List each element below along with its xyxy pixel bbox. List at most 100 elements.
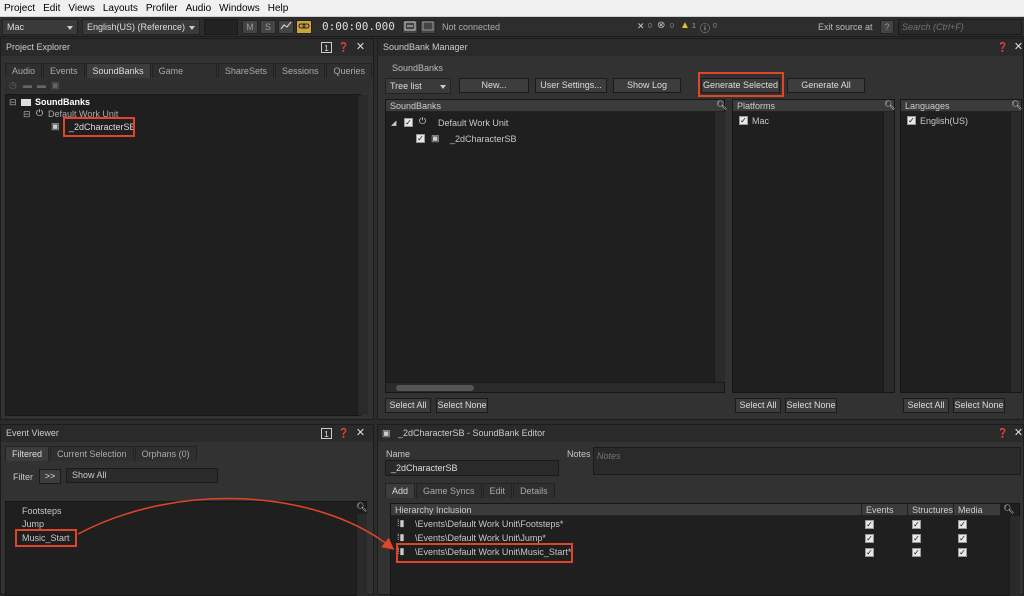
tab-orphans[interactable]: Orphans (0) [134, 446, 197, 461]
close-icon[interactable]: ✕ [637, 21, 645, 32]
help-button[interactable]: ? [880, 20, 894, 34]
checkbox[interactable]: ✓ [958, 534, 967, 543]
solo-button[interactable]: S [260, 20, 276, 34]
scrollbar-v[interactable] [714, 112, 725, 382]
scroll-thumb[interactable] [396, 385, 474, 391]
checkbox[interactable]: ✓ [912, 520, 921, 529]
workunit-icon[interactable]: ▬ [37, 80, 46, 90]
disconnect-icon[interactable] [420, 20, 436, 34]
search-input[interactable] [898, 19, 1022, 35]
search-icon[interactable]: 🔍︎ [356, 502, 367, 513]
user-settings-button[interactable]: User Settings... [535, 78, 607, 93]
link-icon[interactable] [296, 20, 312, 34]
generate-selected-button[interactable]: Generate Selected [701, 78, 780, 93]
checkbox[interactable]: ✓ [416, 134, 425, 143]
search-icon[interactable]: 🔍︎ [716, 100, 727, 111]
menu-audio[interactable]: Audio [186, 3, 212, 14]
menu-help[interactable]: Help [268, 3, 289, 14]
menu-profiler[interactable]: Profiler [146, 3, 178, 14]
history-icon[interactable]: ◷ [9, 80, 17, 91]
tab-sharesets[interactable]: ShareSets [217, 63, 274, 78]
layout-icon[interactable]: 1 [321, 428, 332, 439]
soundbank-icon[interactable]: ▣ [51, 80, 60, 91]
platform-dropdown[interactable]: Mac [2, 19, 78, 35]
checkbox[interactable]: ✓ [912, 534, 921, 543]
tree-soundbank[interactable]: _2dCharacterSB [69, 122, 136, 132]
mute-button[interactable]: M [242, 20, 258, 34]
table-row[interactable]: \Events\Default Work Unit\Music_Start* [415, 547, 571, 557]
remote-connect-icon[interactable] [402, 20, 418, 34]
select-all-button[interactable]: Select All [903, 398, 949, 413]
checkbox[interactable]: ✓ [912, 548, 921, 557]
event-jump[interactable]: Jump [22, 519, 44, 529]
scrollbar-v[interactable] [883, 112, 894, 392]
tab-current-selection[interactable]: Current Selection [50, 446, 134, 461]
platform-item[interactable]: Mac [752, 116, 769, 126]
select-all-button[interactable]: Select All [735, 398, 781, 413]
select-none-button[interactable]: Select None [785, 398, 837, 413]
close-icon[interactable]: ✕ [355, 428, 366, 439]
tab-queries[interactable]: Queries [326, 63, 372, 78]
collapse-icon[interactable]: ⊟ [9, 97, 17, 108]
checkbox[interactable]: ✓ [404, 118, 413, 127]
scrollbar-h[interactable] [386, 382, 724, 392]
table-row[interactable]: \Events\Default Work Unit\Jump* [415, 533, 546, 543]
close-icon[interactable]: ✕ [1013, 42, 1024, 53]
tab-audio[interactable]: Audio [5, 63, 43, 78]
collapse-icon[interactable]: ⊟ [23, 109, 31, 120]
close-icon[interactable]: ✕ [1013, 428, 1024, 439]
help-icon[interactable]: ❓ [338, 42, 349, 53]
menu-edit[interactable]: Edit [43, 3, 60, 14]
menu-windows[interactable]: Windows [219, 3, 260, 14]
graph-icon[interactable] [278, 20, 294, 34]
scrollbar-v[interactable] [1009, 516, 1020, 596]
bank-workunit[interactable]: Default Work Unit [438, 118, 508, 128]
table-row[interactable]: \Events\Default Work Unit\Footsteps* [415, 519, 563, 529]
filter-expand-button[interactable]: >> [39, 469, 61, 484]
filter-field[interactable]: Show All [66, 468, 218, 483]
scrollbar-v[interactable] [356, 514, 367, 596]
tree-workunit[interactable]: Default Work Unit [48, 109, 118, 119]
menu-project[interactable]: Project [4, 3, 35, 14]
scrollbar[interactable] [357, 95, 368, 415]
scrollbar-v[interactable] [1010, 112, 1021, 392]
search-icon[interactable]: 🔍︎ [1011, 100, 1022, 111]
tab-details[interactable]: Details [513, 483, 555, 498]
checkbox[interactable]: ✓ [865, 520, 874, 529]
event-music-start[interactable]: Music_Start [22, 533, 70, 543]
notes-field[interactable] [593, 447, 1021, 475]
help-icon[interactable]: ❓ [997, 428, 1008, 439]
checkbox[interactable]: ✓ [865, 548, 874, 557]
language-dropdown[interactable]: English(US) (Reference) [82, 19, 200, 35]
event-footsteps[interactable]: Footsteps [22, 506, 62, 516]
error-icon[interactable]: ⊗ [657, 20, 665, 31]
tab-game-syncs[interactable]: Game Syncs [416, 483, 482, 498]
menu-layouts[interactable]: Layouts [103, 3, 138, 14]
menu-views[interactable]: Views [68, 3, 95, 14]
folder-icon[interactable]: ▬ [23, 80, 32, 90]
checkbox[interactable]: ✓ [739, 116, 748, 125]
search-icon[interactable]: 🔍︎ [884, 100, 895, 111]
language-item[interactable]: English(US) [920, 116, 968, 126]
expand-icon[interactable]: ◢ [391, 119, 396, 127]
name-field[interactable]: _2dCharacterSB [385, 460, 559, 476]
tab-soundbanks[interactable]: SoundBanks [85, 63, 151, 78]
tab-events[interactable]: Events [43, 63, 85, 78]
search-icon[interactable]: 🔍︎ [1003, 504, 1014, 515]
generate-all-button[interactable]: Generate All [787, 78, 865, 93]
tree-root[interactable]: SoundBanks [35, 97, 90, 107]
tab-filtered[interactable]: Filtered [5, 446, 50, 461]
select-none-button[interactable]: Select None [436, 398, 488, 413]
tab-sessions[interactable]: Sessions [274, 63, 326, 78]
layout-icon[interactable]: 1 [321, 42, 332, 53]
help-icon[interactable]: ❓ [338, 428, 349, 439]
help-icon[interactable]: ❓ [997, 42, 1008, 53]
checkbox[interactable]: ✓ [865, 534, 874, 543]
show-log-button[interactable]: Show Log [613, 78, 681, 93]
checkbox[interactable]: ✓ [907, 116, 916, 125]
select-none-button[interactable]: Select None [953, 398, 1005, 413]
volume-field[interactable] [204, 19, 238, 35]
close-icon[interactable]: ✕ [355, 42, 366, 53]
tab-game-syncs[interactable]: Game Syncs [151, 63, 217, 91]
tab-edit[interactable]: Edit [482, 483, 513, 498]
